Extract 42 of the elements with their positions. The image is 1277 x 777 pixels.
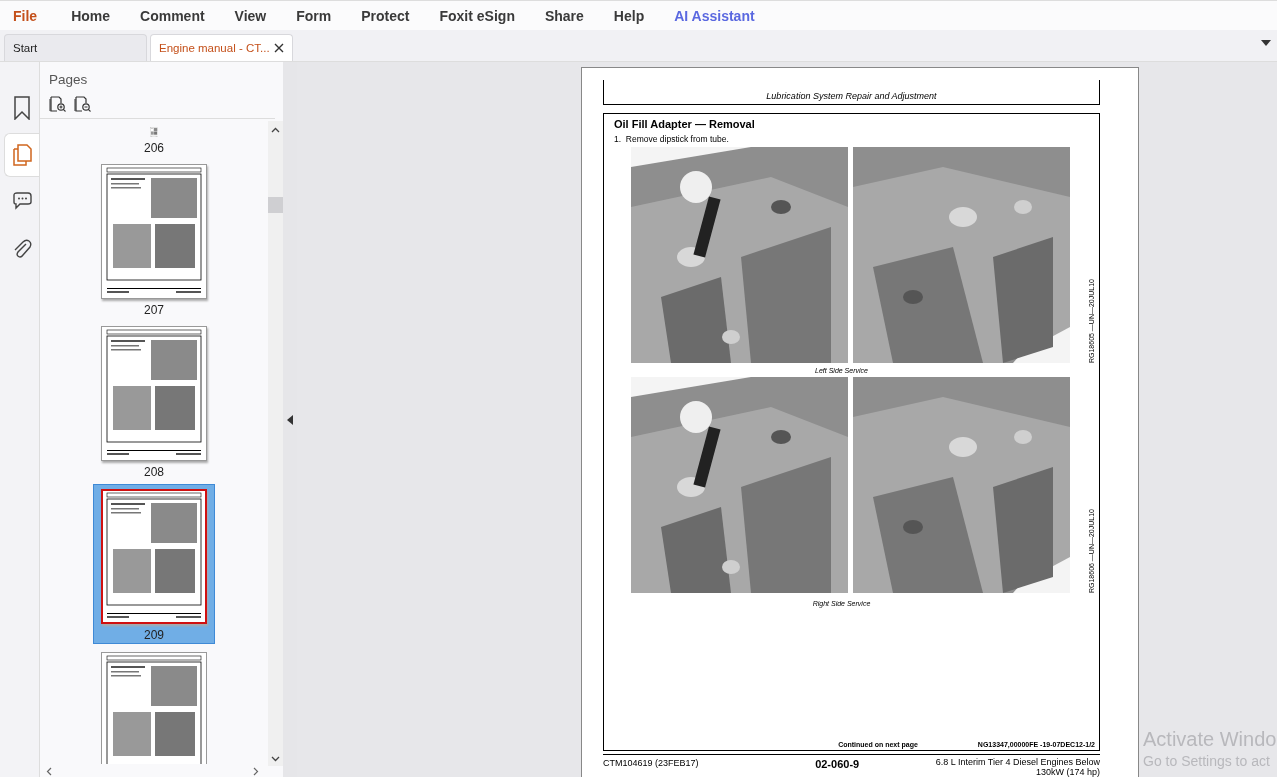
menu-item[interactable]: View xyxy=(234,7,267,24)
running-header: Lubrication System Repair and Adjustment xyxy=(766,91,937,101)
manual-title: 6.8 L Interim Tier 4 Diesel Engines Below xyxy=(935,758,1100,768)
page-number: 206 xyxy=(144,141,164,155)
scroll-up-icon[interactable] xyxy=(271,127,280,133)
section-title: Oil Fill Adapter — Removal xyxy=(614,118,756,130)
scroll-left-icon[interactable] xyxy=(46,767,52,776)
menu-item[interactable]: AI Assistant xyxy=(674,7,755,24)
menu-item[interactable]: File xyxy=(13,7,38,24)
page-thumbnail-item[interactable]: 207 xyxy=(93,160,215,318)
zoom-in-page-icon[interactable] xyxy=(49,95,66,112)
page-number: 02-060-9 xyxy=(815,758,860,770)
zoom-out-page-icon[interactable] xyxy=(74,95,91,112)
step-text: 1. Remove dipstick from tube. xyxy=(614,134,730,144)
menu-item[interactable]: Share xyxy=(544,7,584,24)
manual-title: 130kW (174 hp) xyxy=(1035,767,1100,777)
pages-panel-button[interactable] xyxy=(4,133,39,177)
page-number: 208 xyxy=(144,465,164,479)
pages-icon xyxy=(12,144,32,166)
page-number: 209 xyxy=(144,628,164,642)
bookmark-icon xyxy=(12,96,31,120)
menu-item[interactable]: Help xyxy=(613,7,645,24)
document-tab[interactable]: Engine manual - CT... xyxy=(150,34,293,61)
menu-item[interactable]: Protect xyxy=(361,7,410,24)
page-thumbnail-item[interactable]: 209 xyxy=(93,484,215,644)
scrollbar-thumb[interactable] xyxy=(268,197,283,213)
menu-item[interactable]: Form xyxy=(296,7,332,24)
document-tab[interactable]: Start xyxy=(4,34,147,61)
dropdown-caret-icon[interactable] xyxy=(1261,40,1271,46)
page-number: 207 xyxy=(144,303,164,317)
panel-title: Pages xyxy=(49,72,89,87)
menu-item[interactable]: Comment xyxy=(140,7,205,24)
page-thumbnail-item[interactable]: 208 xyxy=(93,322,215,480)
scroll-right-icon[interactable] xyxy=(253,767,259,776)
menu-item[interactable]: Home xyxy=(71,7,111,24)
manual-code: CTM104619 (23FEB17) xyxy=(603,758,699,768)
close-icon[interactable] xyxy=(274,43,284,53)
page-thumbnail-item[interactable]: 206 xyxy=(93,123,215,156)
scroll-down-icon[interactable] xyxy=(271,756,280,762)
menu-item[interactable]: Foxit eSign xyxy=(439,7,515,24)
collapse-panel-icon[interactable] xyxy=(287,414,293,425)
comment-icon xyxy=(10,192,33,212)
